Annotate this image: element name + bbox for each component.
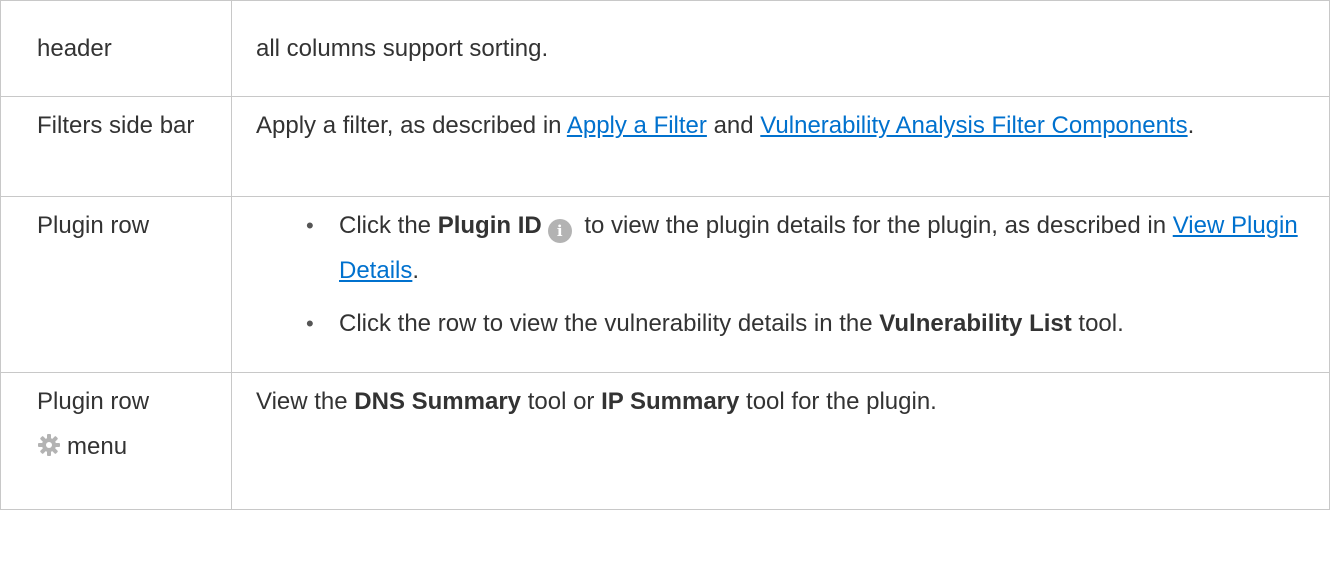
row-label-cell: header	[0, 0, 232, 97]
description-text: tool or	[521, 388, 602, 415]
filter-components-link[interactable]: Vulnerability Analysis Filter Components	[760, 112, 1187, 139]
table-row: Plugin row • Click the Plugin ID i to view…	[0, 196, 1330, 373]
plugin-id-label: Plugin ID	[437, 212, 542, 239]
table-row: Filters side bar Apply a filter, as desc…	[0, 96, 1330, 197]
row-description-cell: all columns support sorting.	[231, 0, 1330, 97]
row-label-cell: Plugin row menu	[0, 372, 232, 510]
info-table: header all columns support sorting. Filt…	[0, 0, 1330, 510]
item-text: .	[412, 257, 420, 284]
row-label: Plugin row menu	[37, 373, 221, 469]
apply-filter-link[interactable]: Apply a Filter	[567, 112, 707, 139]
table-row: header all columns support sorting.	[0, 0, 1330, 97]
label-text: menu	[67, 433, 128, 460]
ip-summary-label: IP Summary	[601, 388, 740, 415]
vulnerability-list-label: Vulnerability List	[879, 310, 1072, 337]
row-label: Filters side bar	[37, 112, 195, 139]
row-description-cell: View the DNS Summary tool or IP Summary …	[231, 372, 1330, 510]
gear-icon	[38, 434, 60, 456]
description-text: and	[706, 112, 761, 139]
description-text: .	[1187, 112, 1195, 139]
row-description: • Click the Plugin ID i to view the plugin…	[256, 197, 1309, 346]
row-label-cell: Filters side bar	[0, 96, 232, 197]
item-text: Click the	[339, 212, 438, 239]
row-description-cell: • Click the Plugin ID i to view the plugin…	[231, 196, 1330, 373]
item-text: Click the row to view the vulnerability …	[339, 310, 880, 337]
description-text: View the	[256, 388, 355, 415]
dns-summary-label: DNS Summary	[354, 388, 522, 415]
table-row: Plugin row menu View the DNS Summary tool…	[0, 372, 1330, 510]
list-item: • Click the Plugin ID i to view the plugin…	[256, 203, 1309, 293]
label-text: Plugin row	[37, 388, 150, 415]
row-label-cell: Plugin row	[0, 196, 232, 373]
bullet-icon: •	[306, 213, 314, 238]
list-item: • Click the row to view the vulnerability…	[256, 301, 1309, 346]
row-description: all columns support sorting.	[256, 35, 549, 62]
row-label: header	[37, 35, 112, 62]
row-description: View the DNS Summary tool or IP Summary …	[256, 373, 1309, 424]
description-text: Apply a filter, as described in	[256, 112, 567, 139]
row-description-cell: Apply a filter, as described in Apply a …	[231, 96, 1330, 197]
description-text: tool for the plugin.	[739, 388, 937, 415]
row-description: Apply a filter, as described in Apply a …	[256, 97, 1309, 148]
row-label: Plugin row	[37, 212, 150, 239]
bullet-list: • Click the Plugin ID i to view the plugin…	[256, 203, 1309, 346]
item-text: to view the plugin details for the plugi…	[577, 212, 1173, 239]
bullet-icon: •	[306, 311, 314, 336]
info-icon: i	[547, 219, 572, 243]
item-text: tool.	[1071, 310, 1124, 337]
